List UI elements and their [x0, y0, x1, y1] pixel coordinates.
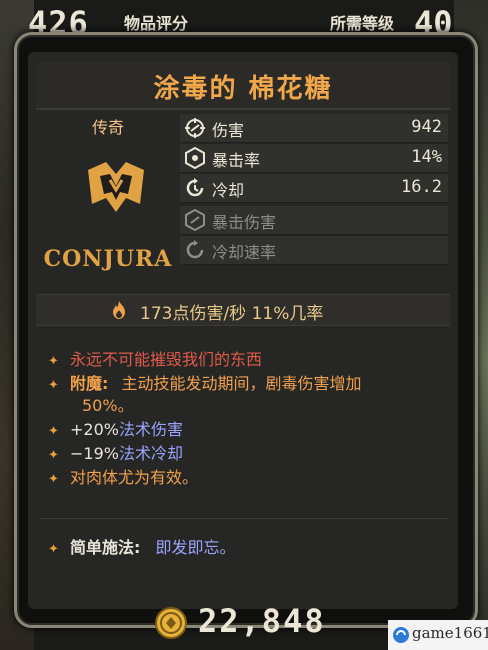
fire-icon: [113, 301, 125, 319]
bonus-value: +20%: [70, 420, 119, 439]
stat-name: 伤害: [212, 121, 245, 140]
cast-row: ✦ 简单施法: 即发即忘。: [48, 534, 236, 558]
anoint-line: ✦ 附魔: 主动技能发动期间，剧毒伤害增加: [48, 370, 362, 394]
watermark-text: game1661: [412, 624, 488, 642]
bonus-value: −19%: [70, 444, 119, 463]
cast-value: 即发即忘。: [155, 538, 236, 557]
watermark: game1661: [388, 620, 488, 650]
bonus-text: 法术冷却: [118, 444, 183, 463]
stat-name: 冷却: [212, 181, 245, 200]
anoint-text: 主动技能发动期间，剧毒伤害增加: [121, 374, 362, 393]
bullet-icon: ✦: [48, 542, 59, 557]
damage-icon: [185, 118, 205, 138]
flavor-text: 永远不可能摧毁我们的东西: [70, 350, 263, 369]
item-name: 涂毒的 棉花糖: [153, 74, 333, 104]
item-price: 22,848: [198, 602, 326, 640]
bullet-icon: ✦: [48, 378, 59, 393]
stat-row-crit-rate: 暴击率 14%: [180, 144, 448, 173]
stat-row-cooldown-rate: 冷却速率: [180, 236, 448, 265]
cooldown-rate-icon: [186, 240, 204, 259]
item-description: ✦ 永远不可能摧毁我们的东西 ✦ 附魔: 主动技能发动期间，剧毒伤害增加 50%。 …: [48, 336, 448, 514]
conjura-emblem-icon: [88, 162, 144, 212]
crit-rate-icon: [185, 147, 205, 169]
bonus-line-1: ✦ +20%法术伤害: [48, 416, 183, 440]
bullet-icon: ✦: [48, 472, 59, 487]
dps-text: 173点伤害/秒 11%几率: [140, 304, 324, 324]
stat-name: 暴击率: [212, 151, 261, 170]
stat-row-cooldown: 冷却 16.2: [180, 174, 448, 203]
item-title-bar: 涂毒的 棉花糖: [36, 62, 450, 110]
effective-text: 对肉体尤为有效。: [70, 468, 199, 487]
stat-name: 暴击伤害: [212, 213, 277, 232]
stat-value: 942: [411, 117, 442, 137]
item-rarity: 传奇: [91, 118, 124, 137]
flavor-line: ✦ 永远不可能摧毁我们的东西: [48, 346, 262, 370]
effective-line: ✦ 对肉体尤为有效。: [48, 464, 198, 488]
anoint-label: 附魔:: [70, 374, 109, 393]
manufacturer-logo: CONJURA: [40, 140, 176, 286]
anoint-line-cont: 50%。: [82, 392, 134, 416]
bonus-line-2: ✦ −19%法术冷却: [48, 440, 183, 464]
manufacturer-name: CONJURA: [43, 246, 173, 272]
stat-name: 冷却速率: [212, 243, 277, 262]
bonus-text: 法术伤害: [118, 420, 183, 439]
crit-damage-icon: [185, 209, 205, 231]
bullet-icon: ✦: [48, 424, 59, 439]
stat-value: 14%: [411, 147, 442, 167]
item-score-label: 物品评分: [124, 14, 189, 33]
cast-label: 简单施法:: [70, 538, 141, 557]
dps-bar: 173点伤害/秒 11%几率: [36, 294, 450, 326]
anoint-text-cont: 50%。: [82, 396, 134, 415]
coin-icon: [155, 607, 187, 639]
bullet-icon: ✦: [48, 354, 59, 369]
required-level-label: 所需等级: [330, 14, 395, 33]
stat-row-damage: 伤害 942: [180, 114, 448, 143]
divider: [40, 518, 448, 519]
stat-row-crit-damage: 暴击伤害: [180, 206, 448, 235]
cast-line: ✦ 简单施法: 即发即忘。: [48, 532, 448, 558]
stat-value: 16.2: [401, 177, 442, 197]
bullet-icon: ✦: [48, 448, 59, 463]
watermark-logo-icon: [393, 627, 409, 643]
cooldown-icon: [186, 178, 204, 197]
